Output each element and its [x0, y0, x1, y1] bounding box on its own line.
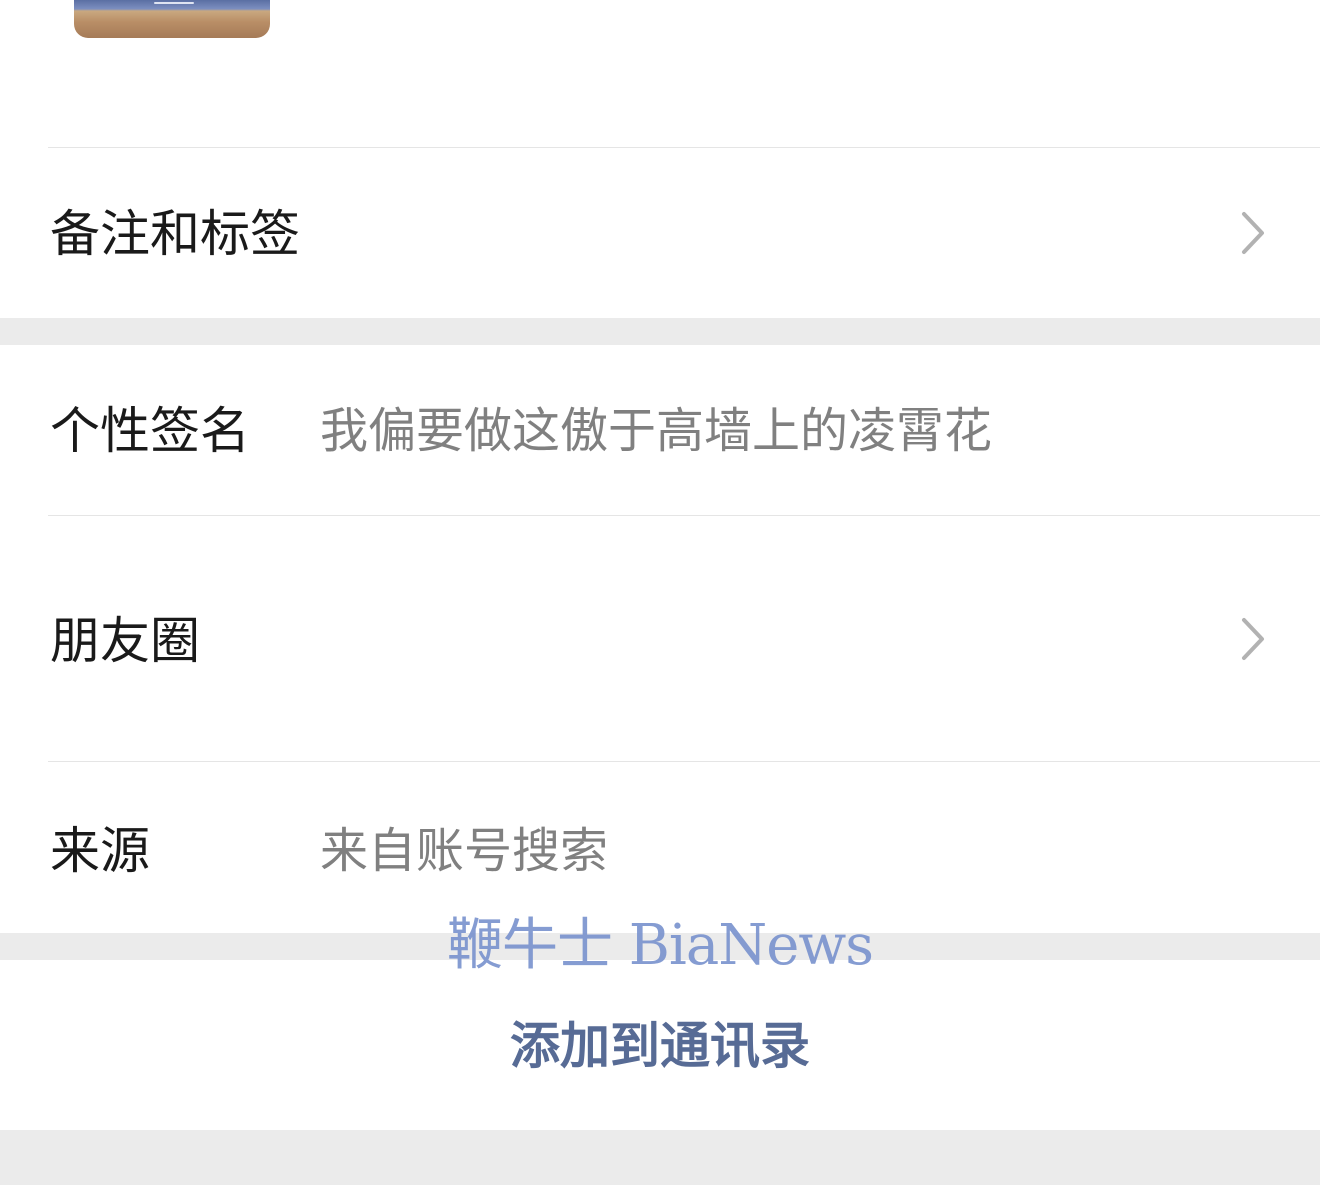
info-section: 个性签名 我偏要做这傲于高墙上的凌霄花 朋友圈 来源 来自账号搜索 — [0, 345, 1320, 933]
moments-row[interactable]: 朋友圈 — [0, 516, 1320, 761]
thumbnail-detail — [154, 2, 194, 4]
signature-label: 个性签名 — [50, 402, 250, 460]
chevron-right-icon — [1242, 212, 1264, 254]
chevron-right-icon — [1242, 618, 1264, 660]
remark-tags-row[interactable]: 备注和标签 — [0, 148, 1320, 318]
moments-thumbnail[interactable] — [74, 0, 270, 38]
top-section: 备注和标签 — [0, 0, 1320, 318]
signature-row: 个性签名 我偏要做这傲于高墙上的凌霄花 — [0, 345, 1320, 515]
source-value: 来自账号搜索 — [320, 823, 609, 879]
add-to-contacts-button[interactable]: 添加到通讯录 — [0, 1016, 1320, 1076]
signature-value: 我偏要做这傲于高墙上的凌霄花 — [320, 403, 993, 459]
remark-tags-label: 备注和标签 — [50, 205, 300, 263]
source-label: 来源 — [50, 822, 150, 880]
moments-label: 朋友圈 — [50, 612, 200, 670]
watermark-logo: 鞭牛士 BiaNews — [446, 913, 874, 978]
